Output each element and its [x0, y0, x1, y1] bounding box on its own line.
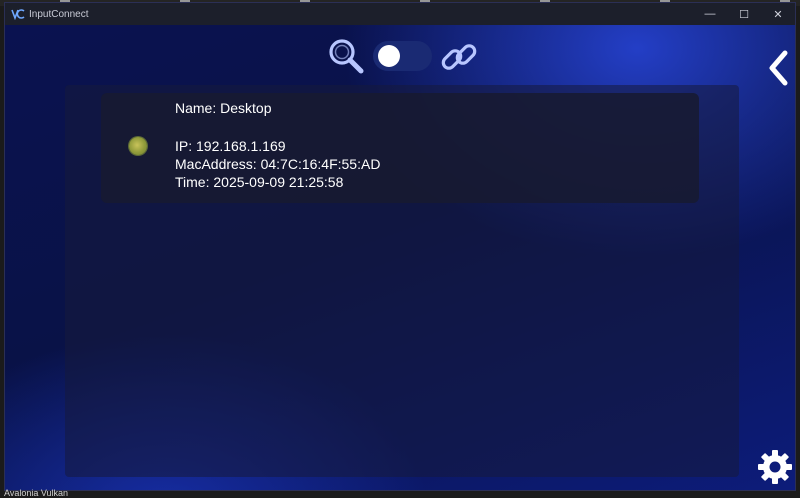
window-title: InputConnect	[29, 8, 89, 20]
back-button[interactable]	[767, 50, 789, 86]
toolbar	[5, 35, 795, 86]
settings-button[interactable]	[757, 449, 793, 485]
gear-icon	[758, 450, 792, 484]
title-bar: InputConnect — ☐ ✕	[5, 3, 795, 25]
device-info: Name: Desktop IP: 192.168.1.169 MacAddre…	[175, 99, 380, 191]
device-name: Name: Desktop	[175, 100, 272, 116]
device-ip: IP: 192.168.1.169	[175, 138, 286, 154]
device-card[interactable]: Name: Desktop IP: 192.168.1.169 MacAddre…	[101, 93, 699, 203]
device-time: Time: 2025-09-09 21:25:58	[175, 174, 344, 190]
close-button[interactable]: ✕	[761, 3, 795, 25]
link-icon	[441, 44, 477, 70]
app-window: InputConnect — ☐ ✕ Name: Desktop IP: 192…	[4, 2, 796, 491]
toggle-knob	[378, 45, 400, 67]
device-mac: MacAddress: 04:7C:16:4F:55:AD	[175, 156, 381, 172]
search-icon	[329, 39, 364, 74]
chevron-left-icon	[769, 50, 788, 86]
app-logo-icon	[11, 7, 25, 21]
device-list-panel: Name: Desktop IP: 192.168.1.169 MacAddre…	[65, 85, 739, 477]
connection-toggle[interactable]	[373, 41, 432, 71]
link-button[interactable]	[439, 37, 479, 77]
status-indicator-icon	[129, 137, 147, 155]
search-button[interactable]	[327, 37, 365, 75]
window-controls: — ☐ ✕	[693, 3, 795, 25]
minimize-button[interactable]: —	[693, 3, 727, 25]
main-area: Name: Desktop IP: 192.168.1.169 MacAddre…	[5, 25, 795, 490]
maximize-button[interactable]: ☐	[727, 3, 761, 25]
